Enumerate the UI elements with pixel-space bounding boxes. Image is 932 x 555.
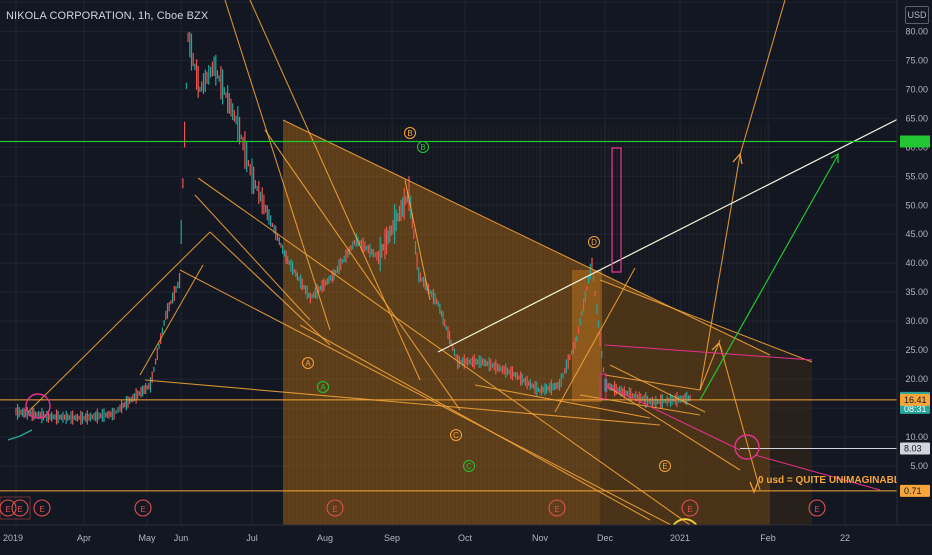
y-tick-65.00: 65.00 bbox=[905, 113, 928, 123]
y-tick-45.00: 45.00 bbox=[905, 229, 928, 239]
earnings-marker-5: E bbox=[554, 505, 559, 514]
y-tick-20.00: 20.00 bbox=[905, 374, 928, 384]
price-label-4: 0.71 bbox=[900, 484, 930, 497]
x-tick-Sep: Sep bbox=[384, 533, 400, 543]
wave-label-7: E bbox=[662, 462, 667, 471]
symbol-title: NIKOLA CORPORATION, 1h, Cboe BZX bbox=[6, 10, 209, 22]
earnings-marker-3: E bbox=[140, 505, 145, 514]
wave-label-4: C bbox=[453, 431, 459, 440]
y-tick-25.00: 25.00 bbox=[905, 345, 928, 355]
currency-button[interactable]: USD bbox=[905, 6, 929, 24]
y-tick-70.00: 70.00 bbox=[905, 84, 928, 94]
price-label-0: — bbox=[900, 135, 930, 148]
price-label-text-0: — bbox=[904, 137, 913, 147]
y-tick-55.00: 55.00 bbox=[905, 171, 928, 181]
annotation-text: 0 usd = QUITE UNIMAGINABLE bbox=[758, 475, 907, 486]
x-tick-May: May bbox=[138, 533, 156, 543]
price-label-3: 8.03 bbox=[900, 442, 930, 455]
x-tick-Oct: Oct bbox=[458, 533, 473, 543]
wave-label-5: C bbox=[466, 462, 472, 471]
y-tick-75.00: 75.00 bbox=[905, 55, 928, 65]
price-chart[interactable]: BBAACCDE0 usd = QUITE UNIMAGINABLEE E E E E E… bbox=[0, 0, 932, 550]
x-tick-Dec: Dec bbox=[597, 533, 614, 543]
wave-label-2: A bbox=[305, 359, 311, 368]
wave-label-0: B bbox=[407, 129, 412, 138]
y-tick-5.00: 5.00 bbox=[910, 461, 928, 471]
price-label-text-2: 16.41 bbox=[904, 395, 927, 405]
earnings-marker-7: E bbox=[814, 505, 819, 514]
y-tick-30.00: 30.00 bbox=[905, 316, 928, 326]
x-tick-Feb: Feb bbox=[760, 533, 776, 543]
y-tick-10.00: 10.00 bbox=[905, 432, 928, 442]
wave-label-1: B bbox=[420, 143, 425, 152]
y-tick-50.00: 50.00 bbox=[905, 200, 928, 210]
x-tick-2019: 2019 bbox=[3, 533, 23, 543]
earnings-marker-0: E bbox=[5, 505, 10, 514]
earnings-marker-6: E bbox=[687, 505, 692, 514]
x-tick-Jun: Jun bbox=[174, 533, 189, 543]
price-label-2: 16.41 bbox=[900, 393, 930, 406]
wave-label-3: A bbox=[320, 383, 326, 392]
price-label-text-4: 0.71 bbox=[904, 486, 922, 496]
earnings-marker-4: E bbox=[332, 505, 337, 514]
y-tick-35.00: 35.00 bbox=[905, 287, 928, 297]
x-tick-2021: 2021 bbox=[670, 533, 690, 543]
x-tick-Aug: Aug bbox=[317, 533, 333, 543]
earnings-marker-2: E bbox=[39, 505, 44, 514]
x-tick-Jul: Jul bbox=[246, 533, 258, 543]
price-label-text-3: 8.03 bbox=[904, 443, 922, 453]
y-tick-80.00: 80.00 bbox=[905, 26, 928, 36]
y-tick-40.00: 40.00 bbox=[905, 258, 928, 268]
wave-label-6: D bbox=[591, 238, 597, 247]
x-tick-Apr: Apr bbox=[77, 533, 91, 543]
chart-area[interactable]: BBAACCDE0 usd = QUITE UNIMAGINABLE E E E E E E… bbox=[0, 0, 932, 550]
earnings-marker-1: E bbox=[17, 505, 22, 514]
x-tick-22: 22 bbox=[840, 533, 850, 543]
x-tick-Nov: Nov bbox=[532, 533, 549, 543]
